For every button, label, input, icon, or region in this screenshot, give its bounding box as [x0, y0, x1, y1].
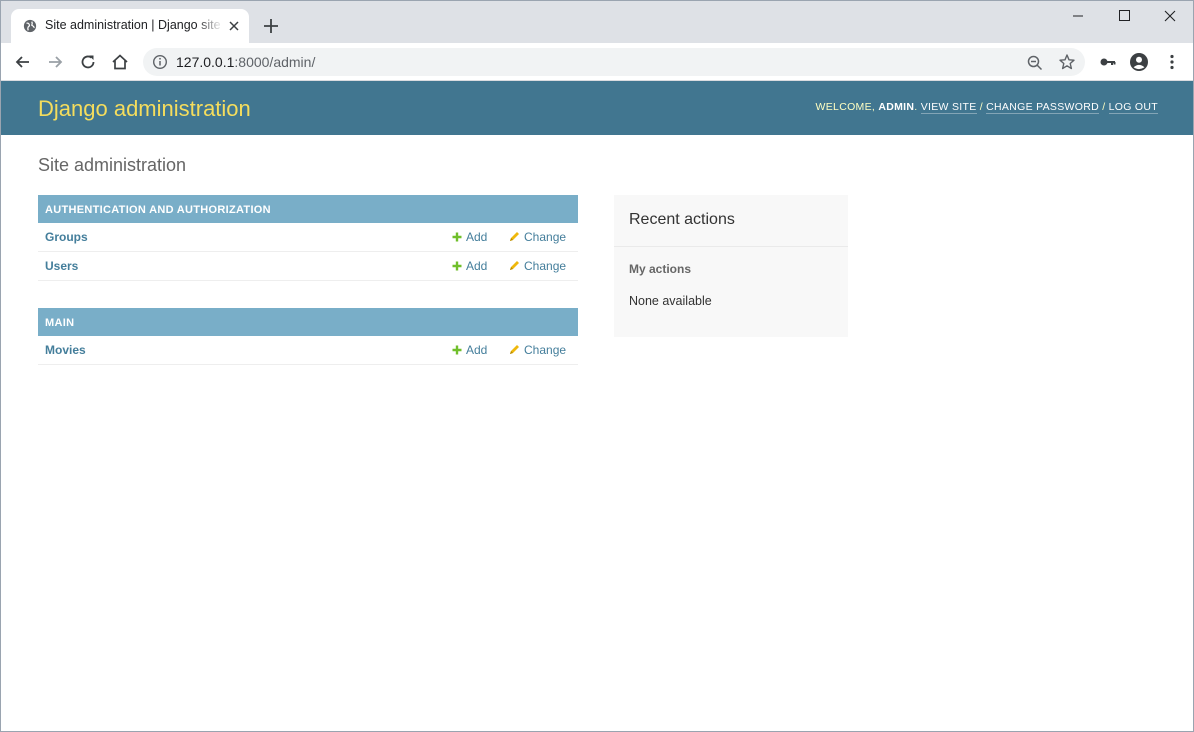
new-tab-icon[interactable] — [262, 17, 280, 35]
zoom-out-icon[interactable] — [1026, 54, 1044, 72]
browser-toolbar: 127.0.0.1:8000/admin/ — [1, 43, 1193, 81]
module-caption[interactable]: Authentication and Authorization — [38, 195, 578, 223]
model-link-groups[interactable]: Groups — [45, 230, 88, 244]
empty-actions-text: None available — [629, 294, 712, 308]
tab-title: Site administration | Django site admin — [45, 18, 223, 32]
add-label: Add — [466, 259, 488, 273]
app-module-auth: Authentication and Authorization Groups … — [38, 195, 578, 281]
url-path: :8000/admin/ — [234, 54, 316, 70]
browser-tab[interactable]: Site administration | Django site admin — [11, 9, 249, 43]
view-site-link[interactable]: View site — [920, 101, 977, 114]
model-row-movies: Movies Add Change — [38, 336, 578, 365]
forward-icon[interactable] — [45, 52, 65, 72]
add-users-link[interactable]: Add — [452, 259, 487, 273]
user-tools: Welcome, admin. View site / Change passw… — [815, 101, 1158, 114]
pencil-icon — [510, 232, 519, 241]
django-header: Django administration Welcome, admin. Vi… — [1, 81, 1193, 135]
add-label: Add — [466, 230, 488, 244]
address-bar[interactable]: 127.0.0.1:8000/admin/ — [143, 48, 1085, 76]
model-row-users: Users Add Change — [38, 252, 578, 281]
key-icon[interactable] — [1098, 52, 1118, 72]
plus-icon — [452, 232, 462, 242]
log-out-link[interactable]: Log out — [1108, 101, 1158, 114]
info-icon[interactable] — [152, 54, 168, 70]
tab-strip: Site administration | Django site admin — [1, 1, 1193, 43]
site-branding[interactable]: Django administration — [38, 96, 251, 122]
plus-icon — [452, 261, 462, 271]
add-groups-link[interactable]: Add — [452, 230, 487, 244]
reload-icon[interactable] — [78, 52, 98, 72]
my-actions-heading: My actions — [629, 262, 692, 276]
globe-icon — [23, 19, 37, 33]
app-module-main: Main Movies Add Change — [38, 308, 578, 365]
separator: / — [979, 101, 983, 113]
url-text[interactable]: 127.0.0.1:8000/admin/ — [176, 54, 315, 70]
maximize-icon[interactable] — [1101, 1, 1147, 31]
separator: / — [1102, 101, 1106, 113]
browser-window: Site administration | Django site admin — [0, 0, 1194, 732]
bookmark-star-icon[interactable] — [1058, 53, 1076, 71]
recent-actions-panel: Recent actions My actions None available — [614, 195, 848, 337]
divider — [614, 246, 848, 247]
module-caption[interactable]: Main — [38, 308, 578, 336]
username: admin — [878, 101, 915, 113]
close-tab-icon[interactable] — [226, 18, 242, 34]
change-password-link[interactable]: Change password — [986, 101, 1099, 114]
model-link-movies[interactable]: Movies — [45, 343, 86, 357]
model-row-groups: Groups Add Change — [38, 223, 578, 252]
minimize-icon[interactable] — [1055, 1, 1101, 31]
change-users-link[interactable]: Change — [509, 259, 566, 273]
back-icon[interactable] — [13, 52, 33, 72]
add-movies-link[interactable]: Add — [452, 343, 487, 357]
home-icon[interactable] — [110, 52, 130, 72]
change-label: Change — [524, 259, 567, 273]
pencil-icon — [510, 345, 519, 354]
model-link-users[interactable]: Users — [45, 259, 78, 273]
welcome-text: Welcome, — [815, 101, 876, 113]
change-label: Change — [524, 230, 567, 244]
page-title: Site administration — [38, 155, 187, 175]
menu-dots-icon[interactable] — [1162, 52, 1182, 72]
change-movies-link[interactable]: Change — [509, 343, 566, 357]
url-host: 127.0.0.1 — [176, 54, 235, 70]
change-label: Change — [524, 343, 567, 357]
change-groups-link[interactable]: Change — [509, 230, 566, 244]
plus-icon — [452, 345, 462, 355]
pencil-icon — [510, 261, 519, 270]
window-close-icon[interactable] — [1147, 1, 1193, 31]
profile-icon[interactable] — [1129, 52, 1149, 72]
add-label: Add — [466, 343, 488, 357]
recent-actions-title: Recent actions — [629, 211, 735, 228]
